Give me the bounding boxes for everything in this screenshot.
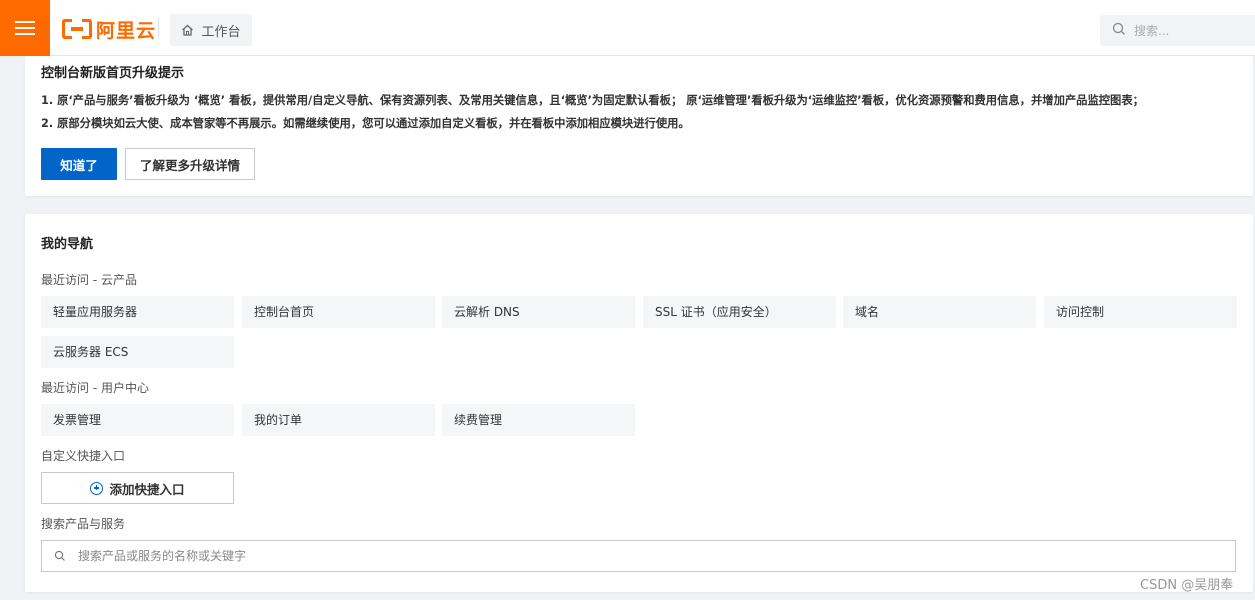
- recent-products-label: 最近访问 - 云产品: [41, 273, 137, 287]
- top-bar: 阿里云 工作台: [0, 0, 1255, 56]
- notice-line-2: 2. 原部分模块如云大使、成本管家等不再展示。如需继续使用，您可以通过添加自定义…: [41, 117, 690, 130]
- workbench-label: 工作台: [201, 24, 241, 40]
- global-search[interactable]: [1100, 15, 1255, 46]
- global-search-input[interactable]: [1134, 23, 1244, 38]
- nav-tile-user-center[interactable]: 发票管理: [41, 404, 234, 436]
- product-search-box[interactable]: [41, 540, 1236, 572]
- aliyun-logo[interactable]: 阿里云: [62, 17, 157, 42]
- nav-tile-product[interactable]: 域名: [843, 296, 1036, 328]
- plus-circle-icon: [90, 481, 104, 495]
- got-it-button[interactable]: 知道了: [41, 148, 117, 180]
- search-icon: [1112, 21, 1126, 40]
- notice-line-1: 1. 原‘产品与服务’看板升级为 ‘概览’ 看板，提供常用/自定义导航、保有资源…: [41, 94, 1144, 107]
- product-search-input[interactable]: [78, 549, 1178, 563]
- search-products-label: 搜索产品与服务: [41, 517, 126, 531]
- nav-tile-user-center[interactable]: 续费管理: [442, 404, 635, 436]
- recent-user-center-label: 最近访问 - 用户中心: [41, 381, 149, 395]
- custom-shortcut-label: 自定义快捷入口: [41, 449, 126, 463]
- nav-tile-user-center[interactable]: 我的订单: [242, 404, 435, 436]
- header-divider: [158, 18, 159, 38]
- my-navigation-title: 我的导航: [41, 237, 94, 252]
- logo-text: 阿里云: [96, 19, 157, 42]
- home-icon: [181, 24, 194, 36]
- hamburger-menu-icon[interactable]: [0, 0, 50, 56]
- notice-title: 控制台新版首页升级提示: [41, 66, 185, 81]
- nav-tile-product[interactable]: SSL 证书（应用安全）: [643, 296, 836, 328]
- add-shortcut-label: 添加快捷入口: [109, 481, 185, 497]
- logo-mark-icon: [62, 19, 92, 39]
- learn-more-button[interactable]: 了解更多升级详情: [125, 148, 255, 180]
- nav-tile-product[interactable]: 控制台首页: [242, 296, 435, 328]
- nav-tile-product[interactable]: 云服务器 ECS: [41, 336, 234, 368]
- workbench-button[interactable]: 工作台: [170, 14, 252, 46]
- csdn-watermark: CSDN @吴朋奉: [1140, 578, 1234, 593]
- nav-tile-product[interactable]: 访问控制: [1044, 296, 1237, 328]
- upgrade-notice-card: 控制台新版首页升级提示 1. 原‘产品与服务’看板升级为 ‘概览’ 看板，提供常…: [25, 56, 1253, 196]
- my-navigation-card: 我的导航 最近访问 - 云产品 轻量应用服务器 控制台首页 云解析 DNS SS…: [25, 214, 1253, 592]
- nav-tile-product[interactable]: 轻量应用服务器: [41, 296, 234, 328]
- search-icon: [54, 547, 66, 566]
- add-shortcut-button[interactable]: 添加快捷入口: [41, 472, 234, 504]
- nav-tile-product[interactable]: 云解析 DNS: [442, 296, 635, 328]
